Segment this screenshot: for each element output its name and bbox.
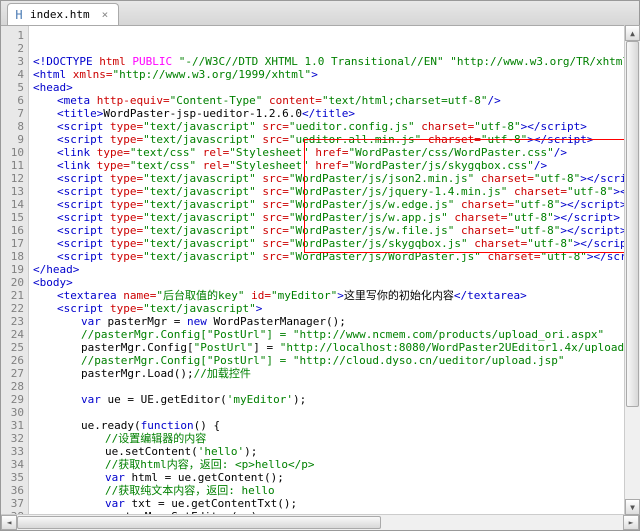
code-line[interactable]: <meta http-equiv="Content-Type" content=…	[33, 94, 639, 107]
scroll-v-thumb[interactable]	[626, 41, 639, 407]
line-number: 3	[1, 55, 24, 68]
code-line[interactable]	[33, 406, 639, 419]
scroll-v-track[interactable]	[625, 41, 640, 499]
code-line[interactable]: ue.setContent('hello');	[33, 445, 639, 458]
line-number: 16	[1, 224, 24, 237]
code-line[interactable]: //pasterMgr.Config["PostUrl"] = "http://…	[33, 354, 639, 367]
line-number: 4	[1, 68, 24, 81]
line-number: 34	[1, 458, 24, 471]
line-number: 18	[1, 250, 24, 263]
line-number: 19	[1, 263, 24, 276]
line-number: 11	[1, 159, 24, 172]
line-number: 23	[1, 315, 24, 328]
line-number: 38	[1, 510, 24, 514]
line-number: 22	[1, 302, 24, 315]
line-number: 15	[1, 211, 24, 224]
code-line[interactable]: <script type="text/javascript" src="Word…	[33, 237, 639, 250]
code-line[interactable]: <script type="text/javascript" src="uedi…	[33, 120, 639, 133]
code-line[interactable]: var ue = UE.getEditor('myEditor');	[33, 393, 639, 406]
line-number: 12	[1, 172, 24, 185]
code-line[interactable]: <title>WordPaster-jsp-ueditor-1.2.6.0</t…	[33, 107, 639, 120]
close-icon[interactable]: ×	[102, 8, 109, 21]
line-number: 20	[1, 276, 24, 289]
scroll-right-button[interactable]: ►	[623, 515, 639, 530]
code-line[interactable]: ue.ready(function() {	[33, 419, 639, 432]
line-number: 29	[1, 393, 24, 406]
code-line[interactable]: <textarea name="后台取值的key" id="myEditor">…	[33, 289, 639, 302]
code-line[interactable]: <script type="text/javascript" src="Word…	[33, 172, 639, 185]
line-number: 28	[1, 380, 24, 393]
code-line[interactable]: //pasterMgr.Config["PostUrl"] = "http://…	[33, 328, 639, 341]
code-line[interactable]: //获取纯文本内容，返回: hello	[33, 484, 639, 497]
line-number: 32	[1, 432, 24, 445]
code-line[interactable]: pasterMgr.Config["PostUrl"] = "http://lo…	[33, 341, 639, 354]
line-number: 17	[1, 237, 24, 250]
line-number: 5	[1, 81, 24, 94]
line-number: 6	[1, 94, 24, 107]
line-number: 1	[1, 29, 24, 42]
line-number: 25	[1, 341, 24, 354]
code-editor[interactable]: 1234567891011121314151617181920212223242…	[1, 26, 639, 514]
code-area[interactable]: <!DOCTYPE html PUBLIC "-//W3C//DTD XHTML…	[29, 26, 639, 514]
file-icon: H	[12, 8, 26, 22]
scroll-h-thumb[interactable]	[17, 516, 381, 529]
code-line[interactable]: var txt = ue.getContentTxt();	[33, 497, 639, 510]
code-line[interactable]: var html = ue.getContent();	[33, 471, 639, 484]
tab-bar: H index.htm ×	[1, 1, 639, 26]
line-number: 8	[1, 120, 24, 133]
code-line[interactable]: <script type="text/javascript">	[33, 302, 639, 315]
code-line[interactable]: <html xmlns="http://www.w3.org/1999/xhtm…	[33, 68, 639, 81]
code-line[interactable]: //设置编辑器的内容	[33, 432, 639, 445]
code-line[interactable]: var pasterMgr = new WordPasterManager();	[33, 315, 639, 328]
code-line[interactable]: <link type="text/css" rel="Stylesheet" h…	[33, 159, 639, 172]
line-number: 37	[1, 497, 24, 510]
line-number: 21	[1, 289, 24, 302]
scroll-down-button[interactable]: ▼	[625, 499, 640, 515]
code-line[interactable]: <script type="text/javascript" src="Word…	[33, 224, 639, 237]
scrollbar-horizontal[interactable]: ◄ ►	[1, 514, 639, 530]
code-line[interactable]: </head>	[33, 263, 639, 276]
line-gutter: 1234567891011121314151617181920212223242…	[1, 26, 29, 514]
code-line[interactable]: pasterMgr.Load();//加载控件	[33, 367, 639, 380]
line-number: 26	[1, 354, 24, 367]
editor-window: H index.htm × 12345678910111213141516171…	[0, 0, 640, 531]
code-line[interactable]: <script type="text/javascript" src="Word…	[33, 185, 639, 198]
code-line[interactable]: <!DOCTYPE html PUBLIC "-//W3C//DTD XHTML…	[33, 55, 639, 68]
code-line[interactable]: <head>	[33, 81, 639, 94]
line-number: 10	[1, 146, 24, 159]
line-number: 7	[1, 107, 24, 120]
line-number: 2	[1, 42, 24, 55]
line-number: 31	[1, 419, 24, 432]
tab-index-htm[interactable]: H index.htm ×	[7, 3, 119, 25]
code-line[interactable]: <script type="text/javascript" src="Word…	[33, 250, 639, 263]
line-number: 9	[1, 133, 24, 146]
code-line[interactable]: <script type="text/javascript" src="Word…	[33, 211, 639, 224]
line-number: 14	[1, 198, 24, 211]
code-line[interactable]: pasterMgr.SetEditor(ue);	[33, 510, 639, 514]
scroll-h-track[interactable]	[17, 515, 623, 530]
line-number: 30	[1, 406, 24, 419]
code-line[interactable]: <script type="text/javascript" src="Word…	[33, 198, 639, 211]
scroll-up-button[interactable]: ▲	[625, 25, 640, 41]
code-line[interactable]: <script type="text/javascript" src="uedi…	[33, 133, 639, 146]
code-line[interactable]: //获取html内容，返回: <p>hello</p>	[33, 458, 639, 471]
scrollbar-vertical[interactable]: ▲ ▼	[624, 25, 640, 515]
scroll-left-button[interactable]: ◄	[1, 515, 17, 530]
code-line[interactable]	[33, 380, 639, 393]
line-number: 24	[1, 328, 24, 341]
code-line[interactable]: <body>	[33, 276, 639, 289]
line-number: 13	[1, 185, 24, 198]
line-number: 33	[1, 445, 24, 458]
tab-label: index.htm	[30, 8, 90, 21]
code-line[interactable]: <link type="text/css" rel="Stylesheet" h…	[33, 146, 639, 159]
line-number: 35	[1, 471, 24, 484]
line-number: 27	[1, 367, 24, 380]
line-number: 36	[1, 484, 24, 497]
